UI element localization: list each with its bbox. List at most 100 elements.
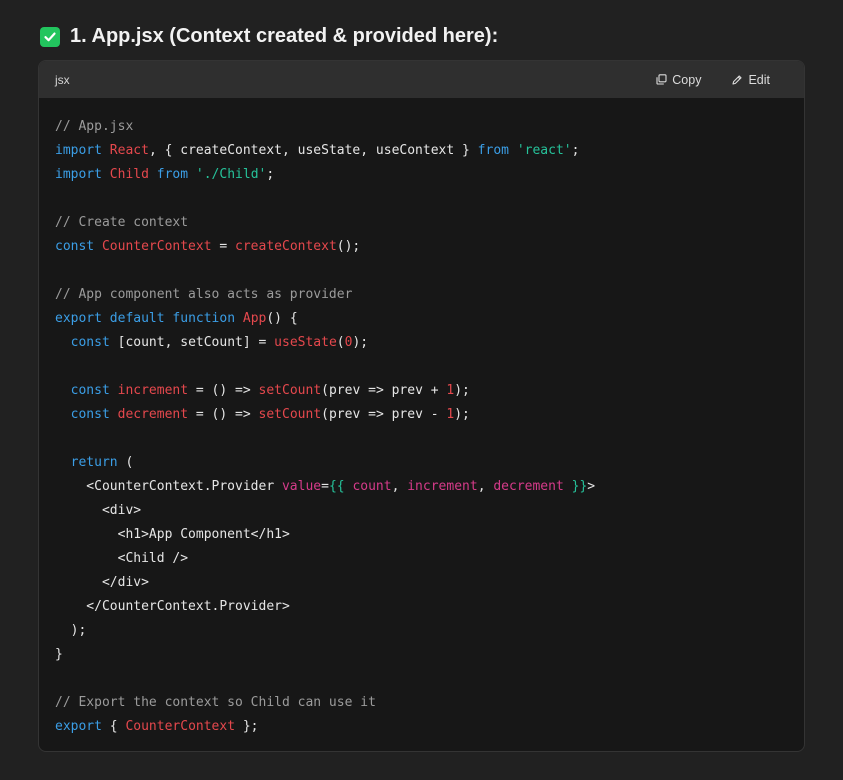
edit-icon [731, 74, 743, 86]
edit-button[interactable]: Edit [731, 73, 770, 87]
code-token: function [172, 311, 236, 326]
code-token: [count, setCount] = [109, 335, 275, 350]
code-token: = [211, 239, 236, 254]
code-line: </CounterContext.Provider> [55, 595, 788, 619]
code-token: count [352, 479, 392, 494]
code-token: createContext [235, 239, 337, 254]
code-line: // App component also acts as provider [55, 283, 788, 307]
code-token: export [55, 311, 102, 326]
code-token: ; [266, 167, 275, 182]
code-token: import [55, 143, 102, 158]
code-token: // Create context [55, 215, 189, 230]
code-line: const [count, setCount] = useState(0); [55, 331, 788, 355]
code-token: (); [336, 239, 361, 254]
check-icon [40, 26, 60, 47]
code-token: export [55, 719, 102, 734]
code-token: './Child' [195, 167, 267, 182]
code-line: const decrement = () => setCount(prev =>… [55, 403, 788, 427]
section-heading: 1. App.jsx (Context created & provided h… [40, 25, 498, 48]
code-actions: Copy Edit [656, 73, 770, 87]
code-line: const increment = () => setCount(prev =>… [55, 379, 788, 403]
code-token: }} [571, 479, 588, 494]
code-token: </CounterContext.Provider> [55, 599, 290, 614]
code-token: ); [55, 623, 87, 638]
code-token: decrement [117, 407, 189, 422]
code-token: // Export the context so Child can use i… [55, 695, 376, 710]
code-token: const [55, 239, 95, 254]
code-token: const [70, 335, 110, 350]
code-content: // App.jsx import React, { createContext,… [39, 98, 804, 739]
code-token: decrement [493, 479, 564, 494]
code-line: </div> [55, 571, 788, 595]
code-token: // App component also acts as provider [55, 287, 353, 302]
section-title: 1. App.jsx (Context created & provided h… [70, 25, 499, 47]
code-token: = () => [188, 407, 259, 422]
code-block: jsx Copy Edit // App.jsx import React, { … [38, 60, 805, 752]
code-language-label: jsx [55, 72, 70, 87]
code-token: Child [109, 167, 149, 182]
code-line: ); [55, 619, 788, 643]
code-token: , [477, 479, 494, 494]
code-token: value [281, 479, 322, 494]
code-token: { [101, 719, 126, 734]
code-token: , [391, 479, 408, 494]
code-token: ); [454, 407, 470, 422]
code-line: <Child /> [55, 547, 788, 571]
code-line: const CounterContext = createContext(); [55, 235, 788, 259]
copy-button[interactable]: Copy [656, 73, 701, 87]
code-line: // Create context [55, 211, 788, 235]
code-token: CounterContext [101, 239, 212, 254]
code-token: ); [352, 335, 369, 350]
code-line: export default function App() { [55, 307, 788, 331]
code-token: > [587, 479, 596, 494]
code-token: = [321, 479, 329, 494]
code-line: // App.jsx [55, 115, 788, 139]
code-token: from [156, 167, 189, 182]
code-token: ; [571, 143, 580, 158]
code-token: // App.jsx [55, 119, 134, 134]
code-token: }; [235, 719, 259, 734]
code-line: return ( [55, 451, 788, 475]
code-token: <h1>App Component</h1> [55, 527, 290, 542]
code-token: ( [117, 455, 134, 470]
code-token: setCount [258, 383, 322, 398]
code-token: <CounterContext.Provider [55, 479, 282, 494]
code-token: (prev => prev + [321, 383, 447, 398]
code-token: increment [407, 479, 478, 494]
code-token: () { [266, 311, 298, 326]
code-line: <div> [55, 499, 788, 523]
copy-icon [656, 74, 667, 85]
code-token: ( [336, 335, 345, 350]
code-token: CounterContext [125, 719, 236, 734]
code-token: increment [117, 383, 189, 398]
code-line: import Child from './Child'; [55, 163, 788, 187]
copy-label: Copy [672, 72, 702, 87]
code-token: from [477, 143, 509, 158]
code-token: </div> [55, 575, 149, 590]
code-line: <h1>App Component</h1> [55, 523, 788, 547]
code-token: default [109, 311, 165, 326]
code-token: 'react' [516, 143, 572, 158]
code-token: App [242, 311, 267, 326]
code-token: ); [454, 383, 470, 398]
code-line: // Export the context so Child can use i… [55, 691, 788, 715]
code-token: useState [274, 335, 337, 350]
code-token: React [109, 143, 149, 158]
code-token: <div> [55, 503, 142, 518]
code-token: const [70, 407, 110, 422]
